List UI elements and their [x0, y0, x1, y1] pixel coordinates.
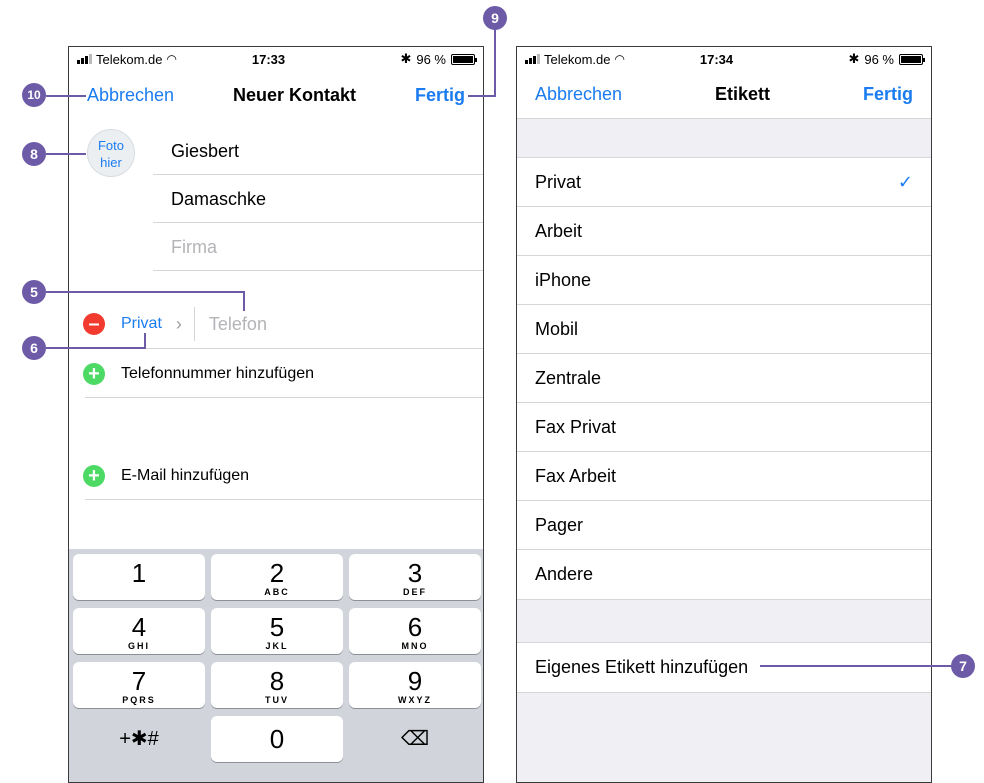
label-option[interactable]: Mobil — [517, 305, 931, 354]
label-option[interactable]: Arbeit — [517, 207, 931, 256]
divider — [85, 397, 483, 398]
callout-badge-9: 9 — [483, 6, 507, 30]
phone-input[interactable]: Telefon — [209, 314, 267, 335]
signal-icon — [77, 54, 92, 64]
label-option[interactable]: Fax Arbeit — [517, 452, 931, 501]
new-contact-screen: Telekom.de ◠ 17:33 ✱ 96 % Abbrechen Neue… — [68, 46, 484, 783]
callout-line — [760, 665, 952, 667]
key-1[interactable]: 1 — [73, 554, 205, 600]
label-list: Privat ✓ Arbeit iPhone Mobil Zentrale Fax Priv… — [517, 157, 931, 600]
cancel-button[interactable]: Abbrechen — [535, 84, 622, 105]
chevron-right-icon: › — [175, 313, 182, 334]
key-9[interactable]: 9 WXYZ — [349, 662, 481, 708]
phone-row: – Privat › Telefon — [69, 299, 483, 349]
key-4[interactable]: 4 GHI — [73, 608, 205, 654]
battery-percent: 96 % — [416, 51, 446, 67]
label-option[interactable]: Andere — [517, 550, 931, 599]
cancel-button[interactable]: Abbrechen — [87, 85, 174, 106]
add-phone-label: Telefonnummer hinzufügen — [121, 365, 315, 382]
callout-line — [243, 291, 245, 311]
bluetooth-icon: ✱ — [400, 51, 412, 66]
key-0[interactable]: 0 — [211, 716, 343, 762]
bluetooth-icon: ✱ — [848, 51, 860, 66]
callout-line — [494, 29, 496, 96]
signal-icon — [525, 54, 540, 64]
key-symbols[interactable]: +✱# — [73, 716, 205, 762]
remove-phone-icon[interactable]: – — [83, 313, 105, 335]
callout-badge-8: 8 — [22, 142, 46, 166]
status-time: 17:33 — [251, 51, 286, 67]
callout-badge-5: 5 — [22, 280, 46, 304]
callout-line — [46, 95, 86, 97]
callout-line — [144, 333, 146, 349]
divider — [85, 499, 483, 500]
label-option-text: Zentrale — [535, 368, 602, 388]
label-option-text: Privat — [535, 172, 582, 192]
phone-label-button[interactable]: Privat — [121, 315, 162, 333]
done-button[interactable]: Fertig — [863, 84, 913, 105]
label-picker-screen: Telekom.de ◠ 17:34 ✱ 96 % Abbrechen Etik… — [516, 46, 932, 783]
callout-badge-10: 10 — [22, 83, 46, 107]
label-option-text: iPhone — [535, 270, 592, 290]
numeric-keypad: 1 2 ABC 3 DEF 4 GHI 5 JKL 6 MNO 7 PQRS 8 TUV 9W… — [69, 549, 483, 782]
divider — [193, 307, 195, 341]
label-option[interactable]: Zentrale — [517, 354, 931, 403]
page-title: Etikett — [715, 84, 771, 104]
battery-icon — [451, 53, 477, 65]
done-button[interactable]: Fertig — [415, 85, 465, 106]
add-custom-label-button[interactable]: Eigenes Etikett hinzufügen — [517, 643, 931, 692]
label-option-text: Andere — [535, 564, 594, 584]
nav-bar: Abbrechen Neuer Kontakt Fertig — [69, 71, 483, 119]
carrier: Telekom.de ◠ — [77, 52, 217, 67]
key-2[interactable]: 2 ABC — [211, 554, 343, 600]
custom-label-section: Eigenes Etikett hinzufügen — [517, 642, 931, 693]
status-bar: Telekom.de ◠ 17:33 ✱ 96 % — [69, 47, 483, 71]
status-time: 17:34 — [699, 51, 734, 67]
add-photo-button[interactable]: Foto hier — [87, 129, 135, 177]
key-3[interactable]: 3 DEF — [349, 554, 481, 600]
label-option[interactable]: Pager — [517, 501, 931, 550]
callout-badge-6: 6 — [22, 336, 46, 360]
checkmark-icon: ✓ — [897, 172, 913, 192]
last-name-field[interactable]: Damaschke — [153, 175, 483, 223]
label-option-text: Mobil — [535, 319, 579, 339]
label-option-text: Pager — [535, 515, 584, 535]
label-option-text: Fax Arbeit — [535, 466, 617, 486]
carrier-name: Telekom.de — [544, 51, 611, 67]
label-option[interactable]: Privat ✓ — [517, 158, 931, 207]
callout-line — [46, 153, 86, 155]
carrier-name: Telekom.de — [96, 51, 163, 67]
key-8[interactable]: 8 TUV — [211, 662, 343, 708]
page-title: Neuer Kontakt — [233, 84, 357, 105]
add-email-label: E-Mail hinzufügen — [121, 467, 250, 484]
callout-badge-7: 7 — [951, 654, 975, 678]
add-icon: + — [83, 363, 105, 385]
label-option-text: Arbeit — [535, 221, 583, 241]
label-option-text: Fax Privat — [535, 417, 617, 437]
battery-icon — [899, 53, 925, 65]
key-7[interactable]: 7 PQRS — [73, 662, 205, 708]
first-name-field[interactable]: Giesbert — [153, 127, 483, 175]
add-email-row[interactable]: + E-Mail hinzufügen — [69, 451, 483, 501]
wifi-icon: ◠ — [166, 52, 177, 66]
add-phone-row[interactable]: + Telefonnummer hinzufügen — [69, 349, 483, 399]
nav-bar: Abbrechen Etikett Fertig — [517, 71, 931, 119]
battery-percent: 96 % — [864, 51, 894, 67]
delete-key-icon[interactable]: ⌫ — [349, 716, 481, 762]
callout-line — [468, 95, 496, 97]
callout-line — [46, 347, 146, 349]
label-option[interactable]: Fax Privat — [517, 403, 931, 452]
callout-line — [46, 291, 245, 293]
company-field[interactable]: Firma — [153, 223, 483, 271]
label-option[interactable]: iPhone — [517, 256, 931, 305]
wifi-icon: ◠ — [614, 52, 625, 66]
key-5[interactable]: 5 JKL — [211, 608, 343, 654]
status-bar: Telekom.de ◠ 17:34 ✱ 96 % — [517, 47, 931, 71]
add-icon: + — [83, 465, 105, 487]
key-6[interactable]: 6 MNO — [349, 608, 481, 654]
